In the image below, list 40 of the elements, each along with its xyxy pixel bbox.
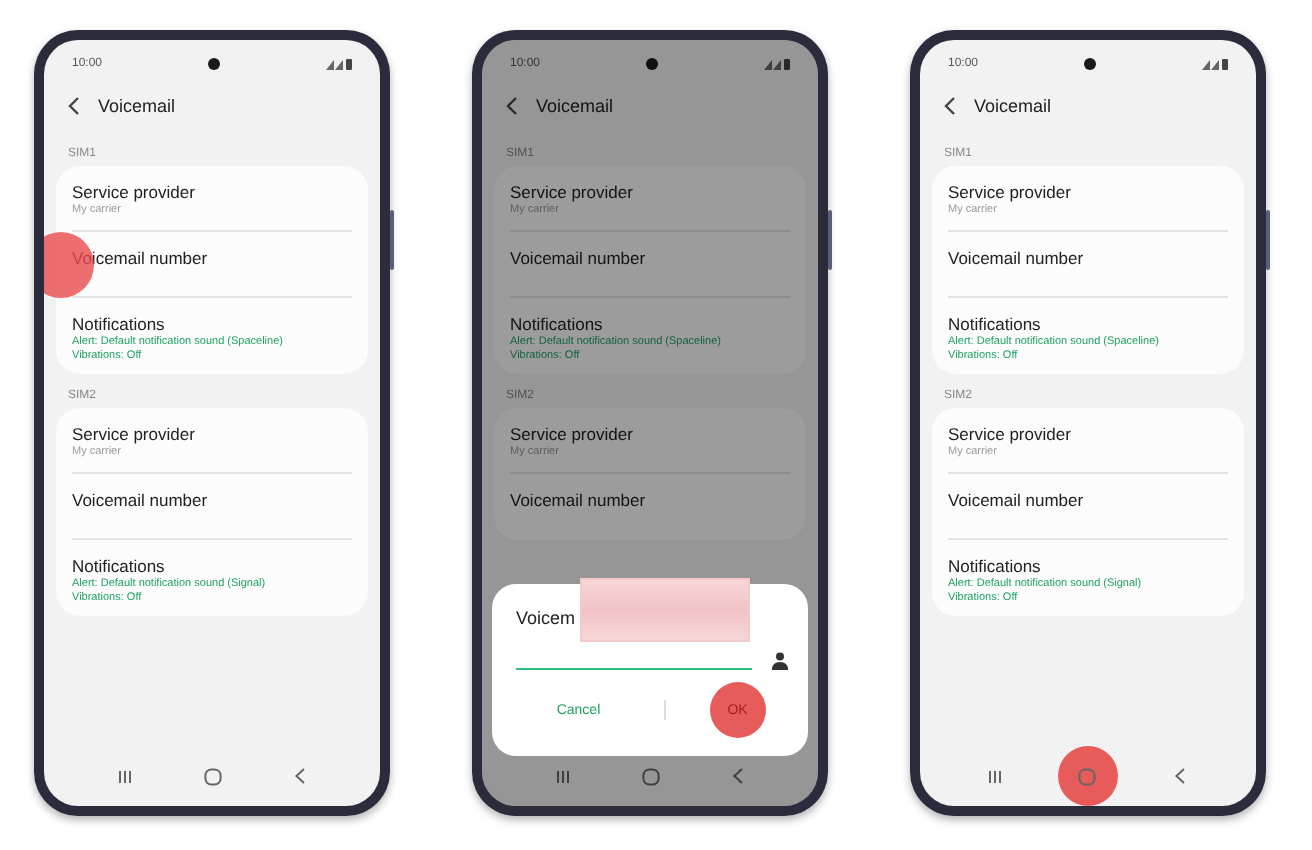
- setting-title[interactable]: Voicemail number: [510, 248, 646, 270]
- recents-icon: [117, 769, 131, 783]
- screen-title: Voicemail: [974, 96, 1052, 116]
- home-icon: [1078, 767, 1097, 785]
- signal-battery-icon: [1201, 58, 1228, 70]
- setting-title[interactable]: Service provider: [948, 424, 1071, 446]
- camera-icon: [646, 58, 658, 70]
- setting-title[interactable]: Service provider: [510, 182, 633, 204]
- setting-title[interactable]: Service provider: [948, 182, 1071, 204]
- back-icon[interactable]: [944, 96, 956, 116]
- setting-title[interactable]: Voicemail number: [510, 490, 646, 512]
- setting-title[interactable]: Notifications: [510, 314, 603, 336]
- dialog-title: Voicem: [516, 608, 576, 628]
- back-icon: [732, 768, 744, 784]
- setting-title[interactable]: Notifications: [72, 556, 165, 578]
- back-icon: [294, 768, 306, 784]
- setting-title[interactable]: Voicemail number: [948, 248, 1084, 270]
- signal-battery-icon: [325, 58, 352, 70]
- home-button[interactable]: [1057, 746, 1118, 806]
- setting-title[interactable]: Voicemail number: [948, 490, 1084, 512]
- recents-icon: [555, 769, 569, 783]
- back-icon[interactable]: [68, 96, 80, 116]
- setting-title[interactable]: Notifications: [948, 314, 1041, 336]
- screen-title: Voicemail: [536, 96, 614, 116]
- setting-title[interactable]: Service provider: [72, 182, 195, 204]
- setting-title[interactable]: Service provider: [72, 424, 195, 446]
- screen-title: Voicemail: [98, 96, 176, 116]
- camera-icon: [1084, 58, 1096, 70]
- home-icon: [203, 767, 221, 785]
- back-icon[interactable]: [506, 96, 518, 116]
- recents-icon: [988, 769, 1003, 783]
- setting-title[interactable]: Service provider: [510, 424, 633, 446]
- home-icon: [641, 767, 659, 785]
- setting-title[interactable]: Notifications: [72, 314, 165, 336]
- contact-icon[interactable]: [772, 652, 788, 670]
- camera-icon: [208, 58, 220, 70]
- setting-title[interactable]: Notifications: [948, 556, 1041, 578]
- signal-battery-icon: [763, 58, 790, 70]
- setting-title[interactable]: Voicemail number: [72, 490, 208, 512]
- back-icon: [1174, 768, 1187, 784]
